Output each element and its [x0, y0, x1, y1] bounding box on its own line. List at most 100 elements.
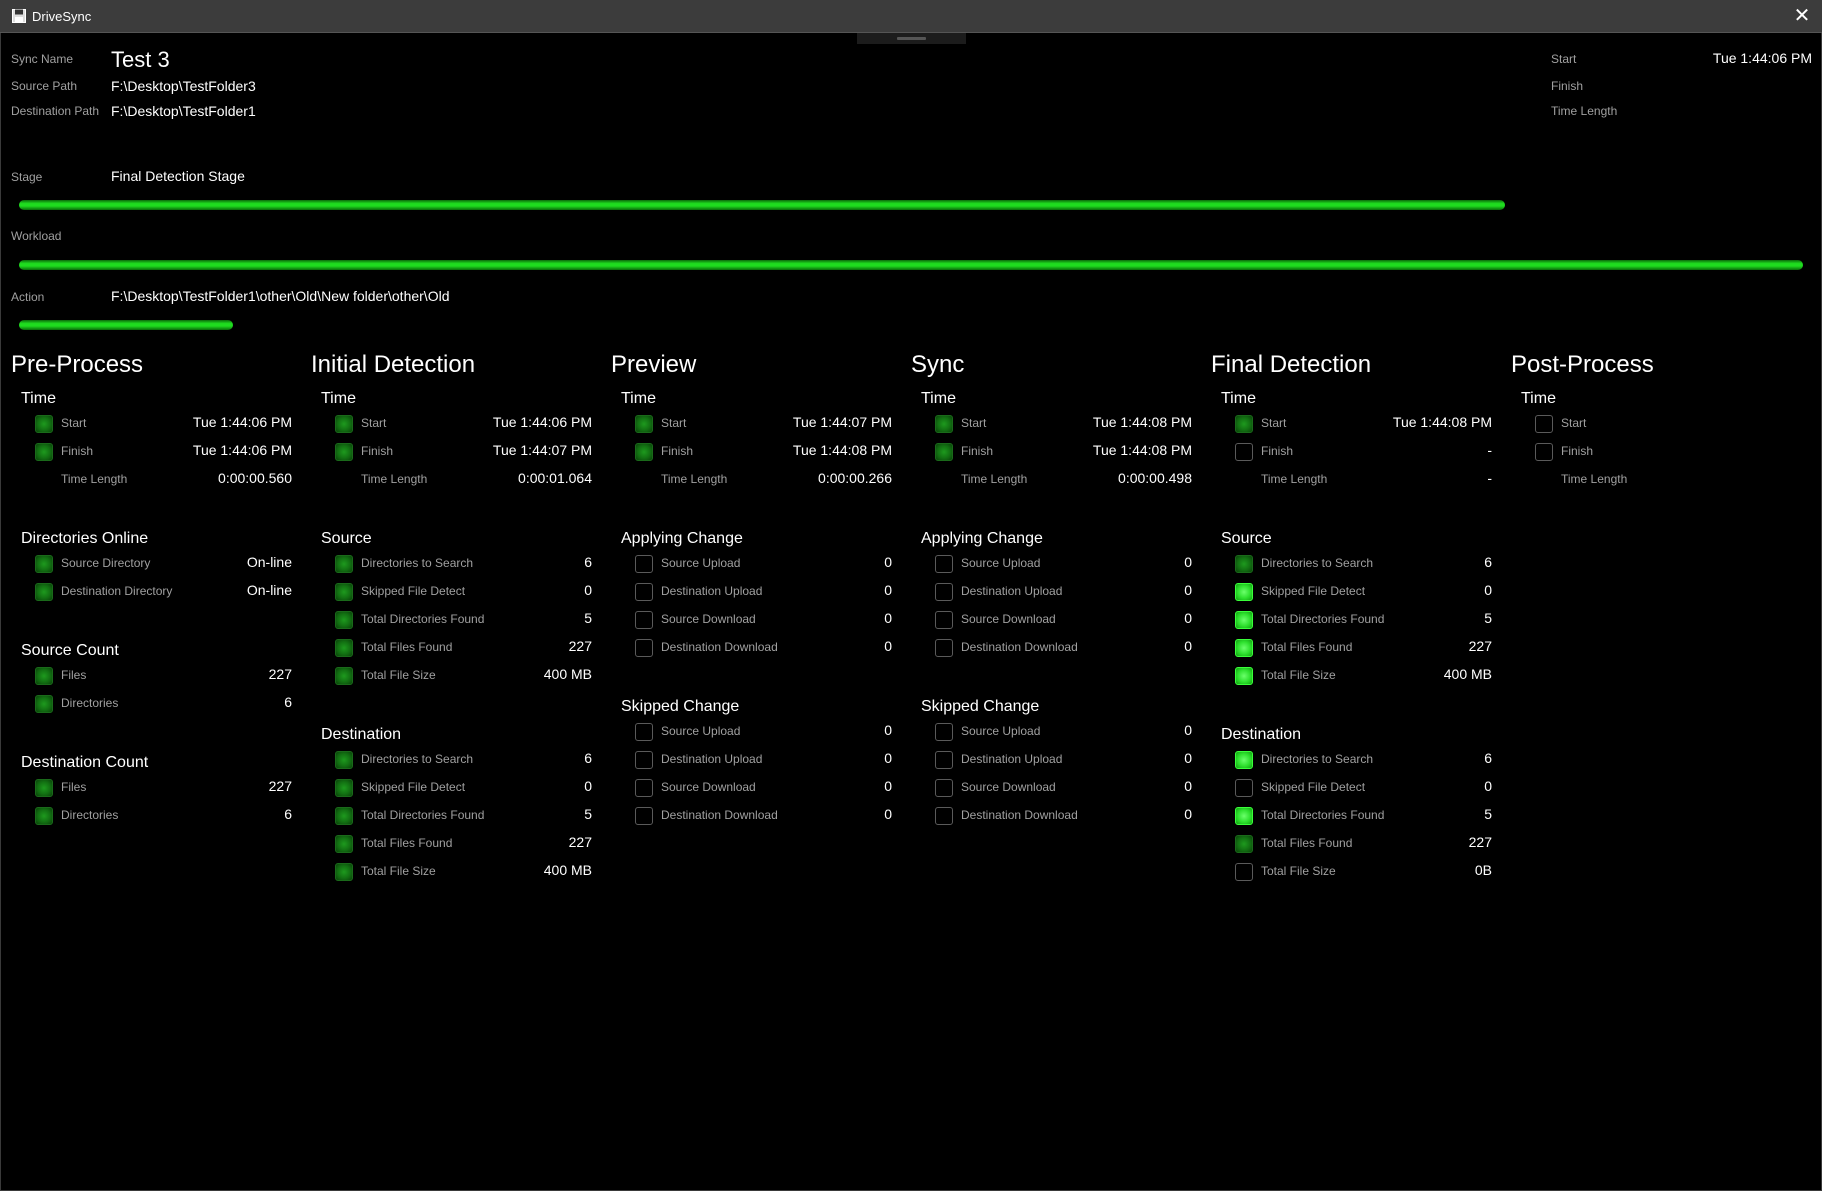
stat-row-destination-download: Destination Download 0	[935, 637, 1192, 661]
stat-value: 400 MB	[1443, 666, 1492, 682]
status-indicator-icon	[1535, 443, 1553, 461]
stat-value: Tue 1:44:06 PM	[492, 414, 592, 430]
grip-handle-icon	[897, 37, 926, 40]
status-indicator-icon	[935, 443, 953, 461]
status-indicator-icon	[35, 443, 53, 461]
status-indicator-icon	[935, 779, 953, 797]
stat-label: Source Download	[961, 780, 1056, 794]
status-indicator-icon	[1235, 751, 1253, 769]
close-button[interactable]: ✕	[1790, 4, 1814, 28]
status-indicator-icon	[935, 751, 953, 769]
stat-label: Skipped File Detect	[361, 780, 466, 794]
stat-row-start: Start Tue 1:44:06 PM	[335, 413, 592, 437]
status-indicator-icon	[35, 415, 53, 433]
stat-value: 0	[1184, 806, 1192, 822]
stat-row-directories-to-search: Directories to Search 6	[1235, 553, 1492, 577]
stat-value: 400 MB	[543, 862, 592, 878]
status-indicator-icon	[335, 835, 353, 853]
stat-row-time-length: Time Length -	[1235, 469, 1492, 493]
stat-row-total-directories-found: Total Directories Found 5	[335, 805, 592, 829]
stat-value: 0	[1184, 554, 1192, 570]
stat-value: On-line	[246, 582, 292, 598]
stat-value: 0	[884, 582, 892, 598]
stat-value: 6	[284, 806, 292, 822]
stat-row-time-length: Time Length 0:00:00.266	[635, 469, 892, 493]
stat-label: Total Directories Found	[361, 612, 485, 626]
stat-row-total-files-found: Total Files Found 227	[335, 637, 592, 661]
stat-row-finish: Finish	[1535, 441, 1792, 465]
status-indicator-icon	[935, 583, 953, 601]
status-indicator-icon	[335, 443, 353, 461]
stat-value: 227	[268, 778, 292, 794]
stat-label: Total File Size	[361, 668, 436, 682]
section-title-time: Time	[1221, 390, 1256, 407]
stat-row-source-directory: Source Directory On-line	[35, 553, 292, 577]
status-indicator-icon	[1235, 415, 1253, 433]
stat-row-total-file-size: Total File Size 400 MB	[1235, 665, 1492, 689]
stat-label: Total Directories Found	[1261, 612, 1385, 626]
column-title-post-process: Post-Process	[1511, 351, 1654, 378]
finish-label: Finish	[1551, 79, 1584, 93]
stat-row-finish: Finish Tue 1:44:08 PM	[935, 441, 1192, 465]
stat-label: Finish	[361, 444, 394, 458]
stat-value: 6	[1484, 750, 1492, 766]
stat-value: 0	[1184, 582, 1192, 598]
stat-label: Total Directories Found	[1261, 808, 1385, 822]
stat-value: 6	[1484, 554, 1492, 570]
stat-label: Destination Download	[961, 640, 1078, 654]
stat-row-source-download: Source Download 0	[635, 609, 892, 633]
section-title-skipped-change: Skipped Change	[621, 698, 740, 715]
status-indicator-icon	[935, 807, 953, 825]
stat-label: Time Length	[361, 472, 428, 486]
status-indicator-icon	[935, 415, 953, 433]
stat-row-total-file-size: Total File Size 0B	[1235, 861, 1492, 885]
stat-value: 0	[884, 806, 892, 822]
stat-label: Total Files Found	[1261, 836, 1353, 850]
status-indicator-icon	[635, 555, 653, 573]
stat-label: Finish	[961, 444, 994, 458]
window-title: DriveSync	[32, 9, 92, 24]
status-indicator-icon	[635, 415, 653, 433]
status-indicator-icon	[1235, 443, 1253, 461]
stat-label: Start	[1261, 416, 1287, 430]
status-indicator-icon	[635, 723, 653, 741]
stat-row-finish: Finish Tue 1:44:08 PM	[635, 441, 892, 465]
stat-value: 0:00:00.560	[218, 470, 292, 486]
section-title-directories-online: Directories Online	[21, 530, 149, 547]
stat-label: Finish	[61, 444, 94, 458]
stat-value: Tue 1:44:08 PM	[1392, 414, 1492, 430]
stat-row-start: Start	[1535, 413, 1792, 437]
stat-row-total-directories-found: Total Directories Found 5	[1235, 805, 1492, 829]
status-indicator-icon	[335, 779, 353, 797]
stat-label: Finish	[1261, 444, 1294, 458]
stat-row-directories-to-search: Directories to Search 6	[335, 553, 592, 577]
stat-row-finish: Finish Tue 1:44:07 PM	[335, 441, 592, 465]
status-indicator-icon	[1235, 779, 1253, 797]
status-indicator-icon	[335, 807, 353, 825]
status-indicator-icon	[335, 751, 353, 769]
status-indicator-icon	[1235, 807, 1253, 825]
stat-row-finish: Finish -	[1235, 441, 1492, 465]
stat-label: Total Files Found	[361, 836, 453, 850]
stat-value: 227	[268, 666, 292, 682]
stat-row-total-files-found: Total Files Found 227	[1235, 637, 1492, 661]
resize-grip[interactable]	[857, 33, 966, 44]
status-indicator-icon	[935, 555, 953, 573]
status-indicator-icon	[1235, 667, 1253, 685]
status-indicator-icon	[935, 723, 953, 741]
stat-value: Tue 1:44:06 PM	[192, 442, 292, 458]
stat-row-skipped-file-detect: Skipped File Detect 0	[335, 581, 592, 605]
stage-progress-bar	[19, 200, 1505, 210]
column-title-initial-detection: Initial Detection	[311, 351, 476, 378]
section-title-source: Source	[1221, 530, 1272, 547]
stat-value: 0	[884, 778, 892, 794]
stat-row-total-file-size: Total File Size 400 MB	[335, 861, 592, 885]
section-title-time: Time	[921, 390, 956, 407]
status-indicator-icon	[635, 583, 653, 601]
close-icon: ✕	[1793, 5, 1811, 27]
stat-row-directories-to-search: Directories to Search 6	[1235, 749, 1492, 773]
sync-name-label: Sync Name	[11, 52, 74, 66]
column-title-sync: Sync	[911, 351, 965, 378]
start-label: Start	[1551, 52, 1577, 66]
status-indicator-icon	[35, 779, 53, 797]
